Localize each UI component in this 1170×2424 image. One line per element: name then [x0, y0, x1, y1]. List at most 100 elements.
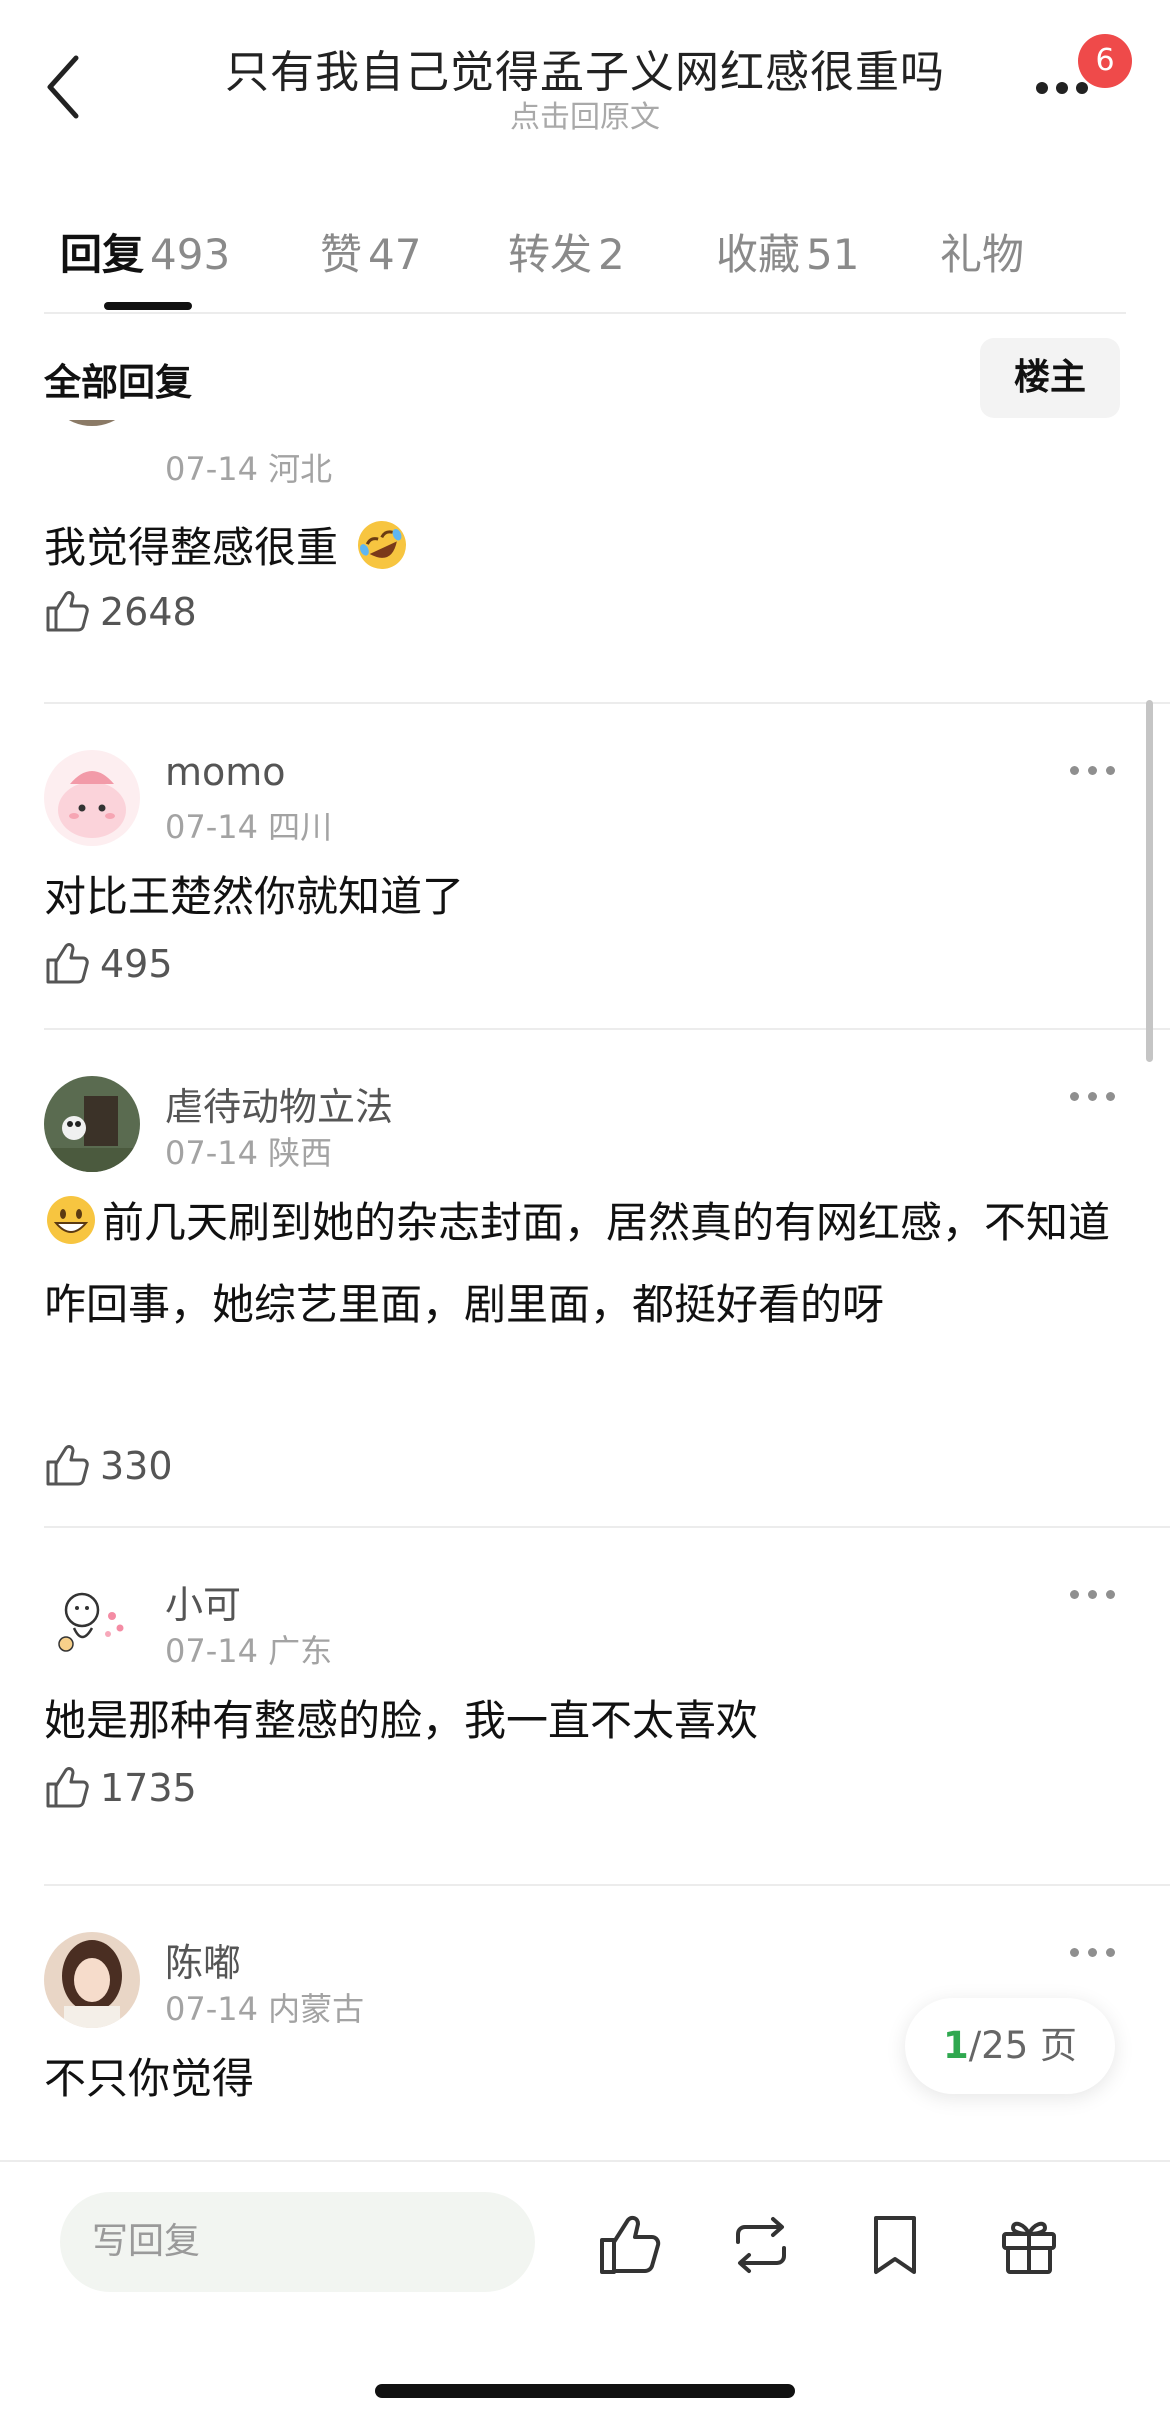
- comment-text[interactable]: 我觉得整感很重: [44, 507, 1124, 589]
- comment-meta: 07-14 河北: [165, 444, 332, 490]
- comment-more-button[interactable]: [1068, 1942, 1118, 1962]
- comment-username[interactable]: momo: [165, 750, 286, 794]
- header: 只有我自己觉得孟子义网红感很重吗 点击回原文 6: [0, 0, 1170, 140]
- tab-count: 51: [806, 230, 860, 279]
- tab-label: 赞: [320, 230, 363, 279]
- tab-favorites[interactable]: 收藏 51: [716, 221, 859, 282]
- dot-icon: [1088, 1590, 1097, 1599]
- tab-reposts[interactable]: 转发 2: [508, 221, 625, 282]
- comment-username[interactable]: 虐待动物立法: [165, 1076, 393, 1131]
- active-tab-indicator: [104, 302, 192, 310]
- tab-label: 收藏: [716, 230, 801, 279]
- page-indicator[interactable]: 1/25 页: [905, 1998, 1115, 2094]
- avatar-image: [44, 1076, 140, 1172]
- reply-input[interactable]: 写回复: [60, 2192, 535, 2292]
- comment-item: momo 07-14 四川 对比王楚然你就知道了 495: [0, 710, 1170, 1070]
- comment-location: 河北: [268, 450, 333, 488]
- current-page: 1: [942, 2024, 969, 2067]
- avatar[interactable]: [44, 750, 140, 846]
- tab-count: 47: [368, 230, 422, 279]
- comment-location: 四川: [268, 808, 333, 846]
- like-count: 495: [100, 942, 173, 986]
- comment-item: 07-14 河北 我觉得整感很重 2648: [0, 420, 1170, 700]
- comment-date: 07-14: [165, 450, 258, 488]
- comment-meta: 07-14 四川: [165, 802, 332, 848]
- home-indicator: [375, 2384, 795, 2398]
- comment-more-button[interactable]: [1068, 1086, 1118, 1106]
- dot-icon: [1088, 1092, 1097, 1101]
- dot-icon: [1056, 82, 1068, 94]
- divider: [44, 1526, 1170, 1528]
- back-button[interactable]: [40, 52, 90, 122]
- tab-likes[interactable]: 赞 47: [320, 221, 421, 282]
- like-count: 2648: [100, 590, 197, 634]
- comment-list: 07-14 河北 我觉得整感很重 2648 momo 07-14 四川 对比王楚…: [0, 420, 1170, 2160]
- comment-location: 内蒙古: [268, 1990, 365, 2028]
- chevron-left-icon: [47, 55, 79, 119]
- back-to-original-link[interactable]: 点击回原文: [200, 92, 970, 136]
- avatar[interactable]: [44, 1574, 140, 1670]
- tab-label: 礼物: [940, 230, 1025, 279]
- tab-label: 转发: [508, 230, 593, 279]
- divider: [44, 702, 1170, 704]
- total-pages: /25 页: [968, 2024, 1078, 2067]
- comment-item: 虐待动物立法 07-14 陕西 前几天刷到她的杂志封面，居然真的有网红感，不知道…: [0, 1036, 1170, 1536]
- dot-icon: [1070, 1092, 1079, 1101]
- like-count: 1735: [100, 1766, 197, 1810]
- dot-icon: [1036, 82, 1048, 94]
- rofl-emoji-icon: [358, 521, 407, 569]
- comment-location: 陕西: [268, 1134, 333, 1172]
- tab-replies[interactable]: 回复 493: [60, 221, 230, 282]
- comment-text[interactable]: 她是那种有整感的脸，我一直不太喜欢: [44, 1680, 1124, 1762]
- comment-body: 我觉得整感很重: [44, 523, 339, 572]
- comment-username[interactable]: 小可: [165, 1574, 241, 1629]
- comment-body: 前几天刷到她的杂志封面，居然真的有网红感，不知道咋回事，她综艺里面，剧里面，都挺…: [44, 1198, 1111, 1329]
- comment-username[interactable]: 陈嘟: [165, 1932, 241, 1987]
- comment-date: 07-14: [165, 808, 258, 846]
- thumbs-up-icon: [46, 1767, 89, 1808]
- dot-icon: [1088, 766, 1097, 775]
- dot-icon: [1070, 766, 1079, 775]
- divider: [44, 312, 1126, 314]
- thumbs-up-icon: [46, 1445, 89, 1486]
- grin-emoji-icon: [47, 1196, 95, 1244]
- thumbs-up-icon: [46, 943, 89, 984]
- thumbs-up-icon[interactable]: [596, 2212, 662, 2278]
- comment-date: 07-14: [165, 1990, 258, 2028]
- divider: [44, 1028, 1170, 1030]
- tab-count: 2: [598, 230, 625, 279]
- avatar[interactable]: [44, 420, 140, 426]
- tab-count: 493: [150, 230, 231, 279]
- avatar-image: [44, 420, 140, 426]
- notification-badge: 6: [1078, 34, 1132, 88]
- comment-more-button[interactable]: [1068, 760, 1118, 780]
- comment-more-button[interactable]: [1068, 1584, 1118, 1604]
- tab-bar: 回复 493 赞 47 转发 2 收藏 51 礼物: [0, 205, 1170, 315]
- gift-icon[interactable]: [996, 2212, 1062, 2278]
- comment-meta: 07-14 广东: [165, 1626, 332, 1672]
- bottom-action-bar: 写回复: [0, 2160, 1170, 2424]
- comment-location: 广东: [268, 1632, 333, 1670]
- comment-meta: 07-14 陕西: [165, 1128, 332, 1174]
- comment-meta: 07-14 内蒙古: [165, 1984, 364, 2030]
- dot-icon: [1106, 1590, 1115, 1599]
- tab-label: 回复: [60, 230, 145, 279]
- comment-date: 07-14: [165, 1134, 258, 1172]
- dot-icon: [1106, 766, 1115, 775]
- all-replies-label: 全部回复: [44, 361, 192, 404]
- bookmark-icon[interactable]: [862, 2212, 928, 2278]
- comment-text[interactable]: 对比王楚然你就知道了: [44, 856, 1124, 938]
- tab-gifts[interactable]: 礼物: [940, 221, 1024, 282]
- page-title[interactable]: 只有我自己觉得孟子义网红感很重吗: [200, 36, 970, 100]
- dot-icon: [1106, 1948, 1115, 1957]
- owner-only-button[interactable]: 楼主: [980, 338, 1120, 418]
- avatar[interactable]: [44, 1076, 140, 1172]
- repost-icon[interactable]: [728, 2212, 794, 2278]
- scrollbar[interactable]: [1146, 700, 1153, 1062]
- like-count: 330: [100, 1444, 173, 1488]
- comment-date: 07-14: [165, 1632, 258, 1670]
- avatar[interactable]: [44, 1932, 140, 2028]
- thumbs-up-icon: [46, 591, 89, 632]
- comment-text[interactable]: 前几天刷到她的杂志封面，居然真的有网红感，不知道咋回事，她综艺里面，剧里面，都挺…: [44, 1182, 1124, 1346]
- dot-icon: [1070, 1948, 1079, 1957]
